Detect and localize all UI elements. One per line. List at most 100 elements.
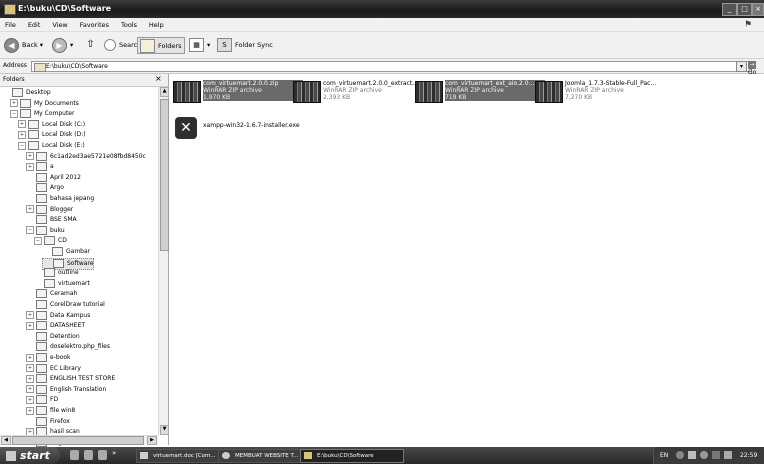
tray-icon[interactable]	[688, 451, 696, 459]
taskbar-item-word[interactable]: virtuemart.doc [Com...	[136, 449, 230, 463]
folders-button[interactable]: Folders	[137, 37, 186, 54]
file-item[interactable]: com_virtuemart_ext_aio.2.0.... WinRAR ZIP…	[415, 78, 545, 104]
tree-item-buku[interactable]: − buku	[26, 225, 65, 236]
volume-icon[interactable]	[712, 451, 720, 459]
tree-item-april-2012[interactable]: April 2012	[26, 172, 81, 183]
scroll-left-icon[interactable]: ◀	[1, 436, 11, 445]
collapse-icon[interactable]: −	[18, 141, 26, 150]
file-item[interactable]: ✕ xampp-win32-1.6.7-installer.exe	[173, 114, 313, 140]
tree-item-ec-library[interactable]: + EC Library	[26, 363, 81, 374]
tree-item-data-kampus[interactable]: + Data Kampus	[26, 310, 90, 321]
scroll-down-icon[interactable]: ▼	[160, 425, 169, 435]
expand-icon[interactable]: +	[18, 120, 26, 129]
file-item[interactable]: com_virtuemart.2.0.0.zip WinRAR ZIP archi…	[173, 78, 303, 104]
collapse-icon[interactable]: −	[34, 236, 42, 245]
back-button[interactable]: ◀ Back ▾	[4, 37, 43, 53]
tree-item-blogger[interactable]: + Blogger	[26, 204, 73, 215]
menu-tools[interactable]: Tools	[116, 18, 142, 29]
expand-icon[interactable]: +	[26, 311, 34, 320]
quick-launch-more-icon[interactable]: »	[112, 449, 116, 457]
tree-item-datasheet[interactable]: + DATASHEET	[26, 321, 85, 331]
tree-item-e-book[interactable]: + e-book	[26, 353, 70, 363]
tree-item-desktop[interactable]: Desktop	[2, 88, 51, 98]
tray-icon[interactable]	[724, 451, 732, 459]
folder-tree-horizontal-scrollbar[interactable]: ◀ ▶	[0, 435, 158, 445]
file-item[interactable]: Joomla_1.7.3-Stable-Full_Pac... WinRAR ZI…	[535, 78, 656, 104]
clock[interactable]: 22:59	[740, 447, 757, 464]
scroll-up-icon[interactable]: ▲	[160, 87, 169, 97]
expand-icon[interactable]: +	[26, 395, 34, 404]
forward-dropdown-icon[interactable]: ▾	[70, 41, 73, 49]
tree-item-fd[interactable]: + FD	[26, 395, 58, 405]
tree-item-argo[interactable]: Argo	[26, 183, 64, 193]
tree-item-my-documents[interactable]: + My Documents	[10, 98, 79, 109]
tree-item-cd[interactable]: − CD	[34, 236, 67, 246]
start-button[interactable]: start	[0, 447, 60, 464]
menu-view[interactable]: View	[47, 18, 72, 29]
expand-icon[interactable]: +	[26, 374, 34, 383]
tree-item-a[interactable]: + a	[26, 162, 54, 172]
tree-item-gambar[interactable]: Gambar	[42, 247, 90, 257]
folder-sync-button[interactable]: S Folder Sync	[217, 37, 273, 53]
maximize-button[interactable]: □	[737, 3, 752, 16]
tree-item-local-disk-e[interactable]: − Local Disk (E:)	[18, 141, 85, 151]
address-input[interactable]: E:\buku\CD\Software	[31, 61, 752, 72]
back-dropdown-icon[interactable]: ▾	[40, 41, 43, 49]
network-icon[interactable]	[700, 451, 708, 459]
expand-icon[interactable]: +	[26, 321, 34, 330]
taskbar-item-explorer[interactable]: E:\buku\CD\Software	[300, 449, 404, 463]
collapse-icon[interactable]: −	[10, 109, 18, 118]
file-item[interactable]: com_virtuemart.2.0.0_extract... WinRAR ZI…	[293, 78, 418, 104]
tray-icon[interactable]	[676, 451, 684, 459]
folder-icon	[36, 289, 47, 299]
scrollbar-thumb[interactable]	[160, 99, 169, 251]
views-dropdown-icon[interactable]: ▾	[207, 41, 210, 49]
tree-item-local-disk-d[interactable]: + Local Disk (D:)	[18, 130, 86, 140]
tree-item-bahasa-jepang[interactable]: bahasa jepang	[26, 194, 94, 204]
forward-button[interactable]: ▶ ▾	[52, 37, 73, 53]
views-button[interactable]: ▦ ▾	[189, 37, 210, 53]
menu-file[interactable]: File	[0, 18, 21, 29]
expand-icon[interactable]: +	[26, 364, 34, 373]
expand-icon[interactable]: +	[26, 162, 34, 171]
tree-item-file-win8[interactable]: + file win8	[26, 406, 75, 416]
expand-icon[interactable]: +	[26, 205, 34, 214]
tree-item-detention[interactable]: Detention	[26, 331, 80, 342]
menu-help[interactable]: Help	[144, 18, 169, 29]
scroll-right-icon[interactable]: ▶	[147, 436, 157, 445]
folder-tree-vertical-scrollbar[interactable]: ▲ ▼	[158, 87, 169, 435]
tree-item-my-computer[interactable]: − My Computer	[10, 109, 74, 119]
tree-item-6c1ad2ed3ae5721e08fbd8450c[interactable]: +6c1ad2ed3ae5721e08fbd8450c	[26, 151, 146, 162]
expand-icon[interactable]: +	[18, 130, 26, 139]
quick-launch-icon[interactable]	[98, 450, 107, 460]
tree-item-virtuemart[interactable]: virtuemart	[34, 278, 90, 289]
address-dropdown-icon[interactable]: ▾	[736, 61, 747, 72]
menu-favorites[interactable]: Favorites	[75, 18, 114, 29]
tree-item-english-translation[interactable]: + English Translation	[26, 384, 106, 395]
horizontal-scrollbar-thumb[interactable]	[12, 436, 144, 445]
language-indicator[interactable]: EN	[660, 447, 668, 464]
taskbar-item-browser[interactable]: MEMBUAT WEBSITE T...	[218, 449, 312, 463]
expand-icon[interactable]: +	[10, 99, 18, 108]
tree-item-bse-sma[interactable]: BSE SMA	[26, 215, 77, 225]
expand-icon[interactable]: +	[26, 152, 34, 161]
tree-item-outline[interactable]: outline	[34, 268, 79, 278]
tree-item-english-test-store[interactable]: + ENGLISH TEST STORE	[26, 374, 115, 384]
quick-launch-icon[interactable]	[70, 450, 79, 460]
collapse-icon[interactable]: −	[26, 226, 34, 235]
tree-item-local-disk-c[interactable]: + Local Disk (C:)	[18, 119, 85, 130]
tree-item-doselektro-php-files[interactable]: doselektro.php_files	[26, 342, 110, 352]
tree-item-ceramah[interactable]: Ceramah	[26, 289, 77, 299]
tree-item-firefox[interactable]: Firefox	[26, 416, 70, 427]
expand-icon[interactable]: +	[26, 406, 34, 415]
menu-edit[interactable]: Edit	[23, 18, 46, 29]
search-button[interactable]: Search	[104, 37, 141, 53]
up-folder-button[interactable]: ⇧	[84, 37, 100, 53]
expand-icon[interactable]: +	[26, 353, 34, 362]
folders-pane-close-button[interactable]: ×	[155, 74, 162, 83]
tree-item-coreldraw-tutorial[interactable]: CorelDraw tutorial	[26, 300, 105, 310]
quick-launch-icon[interactable]	[84, 450, 93, 460]
expand-icon[interactable]: +	[26, 385, 34, 394]
close-button[interactable]: ×	[752, 3, 764, 16]
minimize-button[interactable]: _	[722, 3, 737, 16]
